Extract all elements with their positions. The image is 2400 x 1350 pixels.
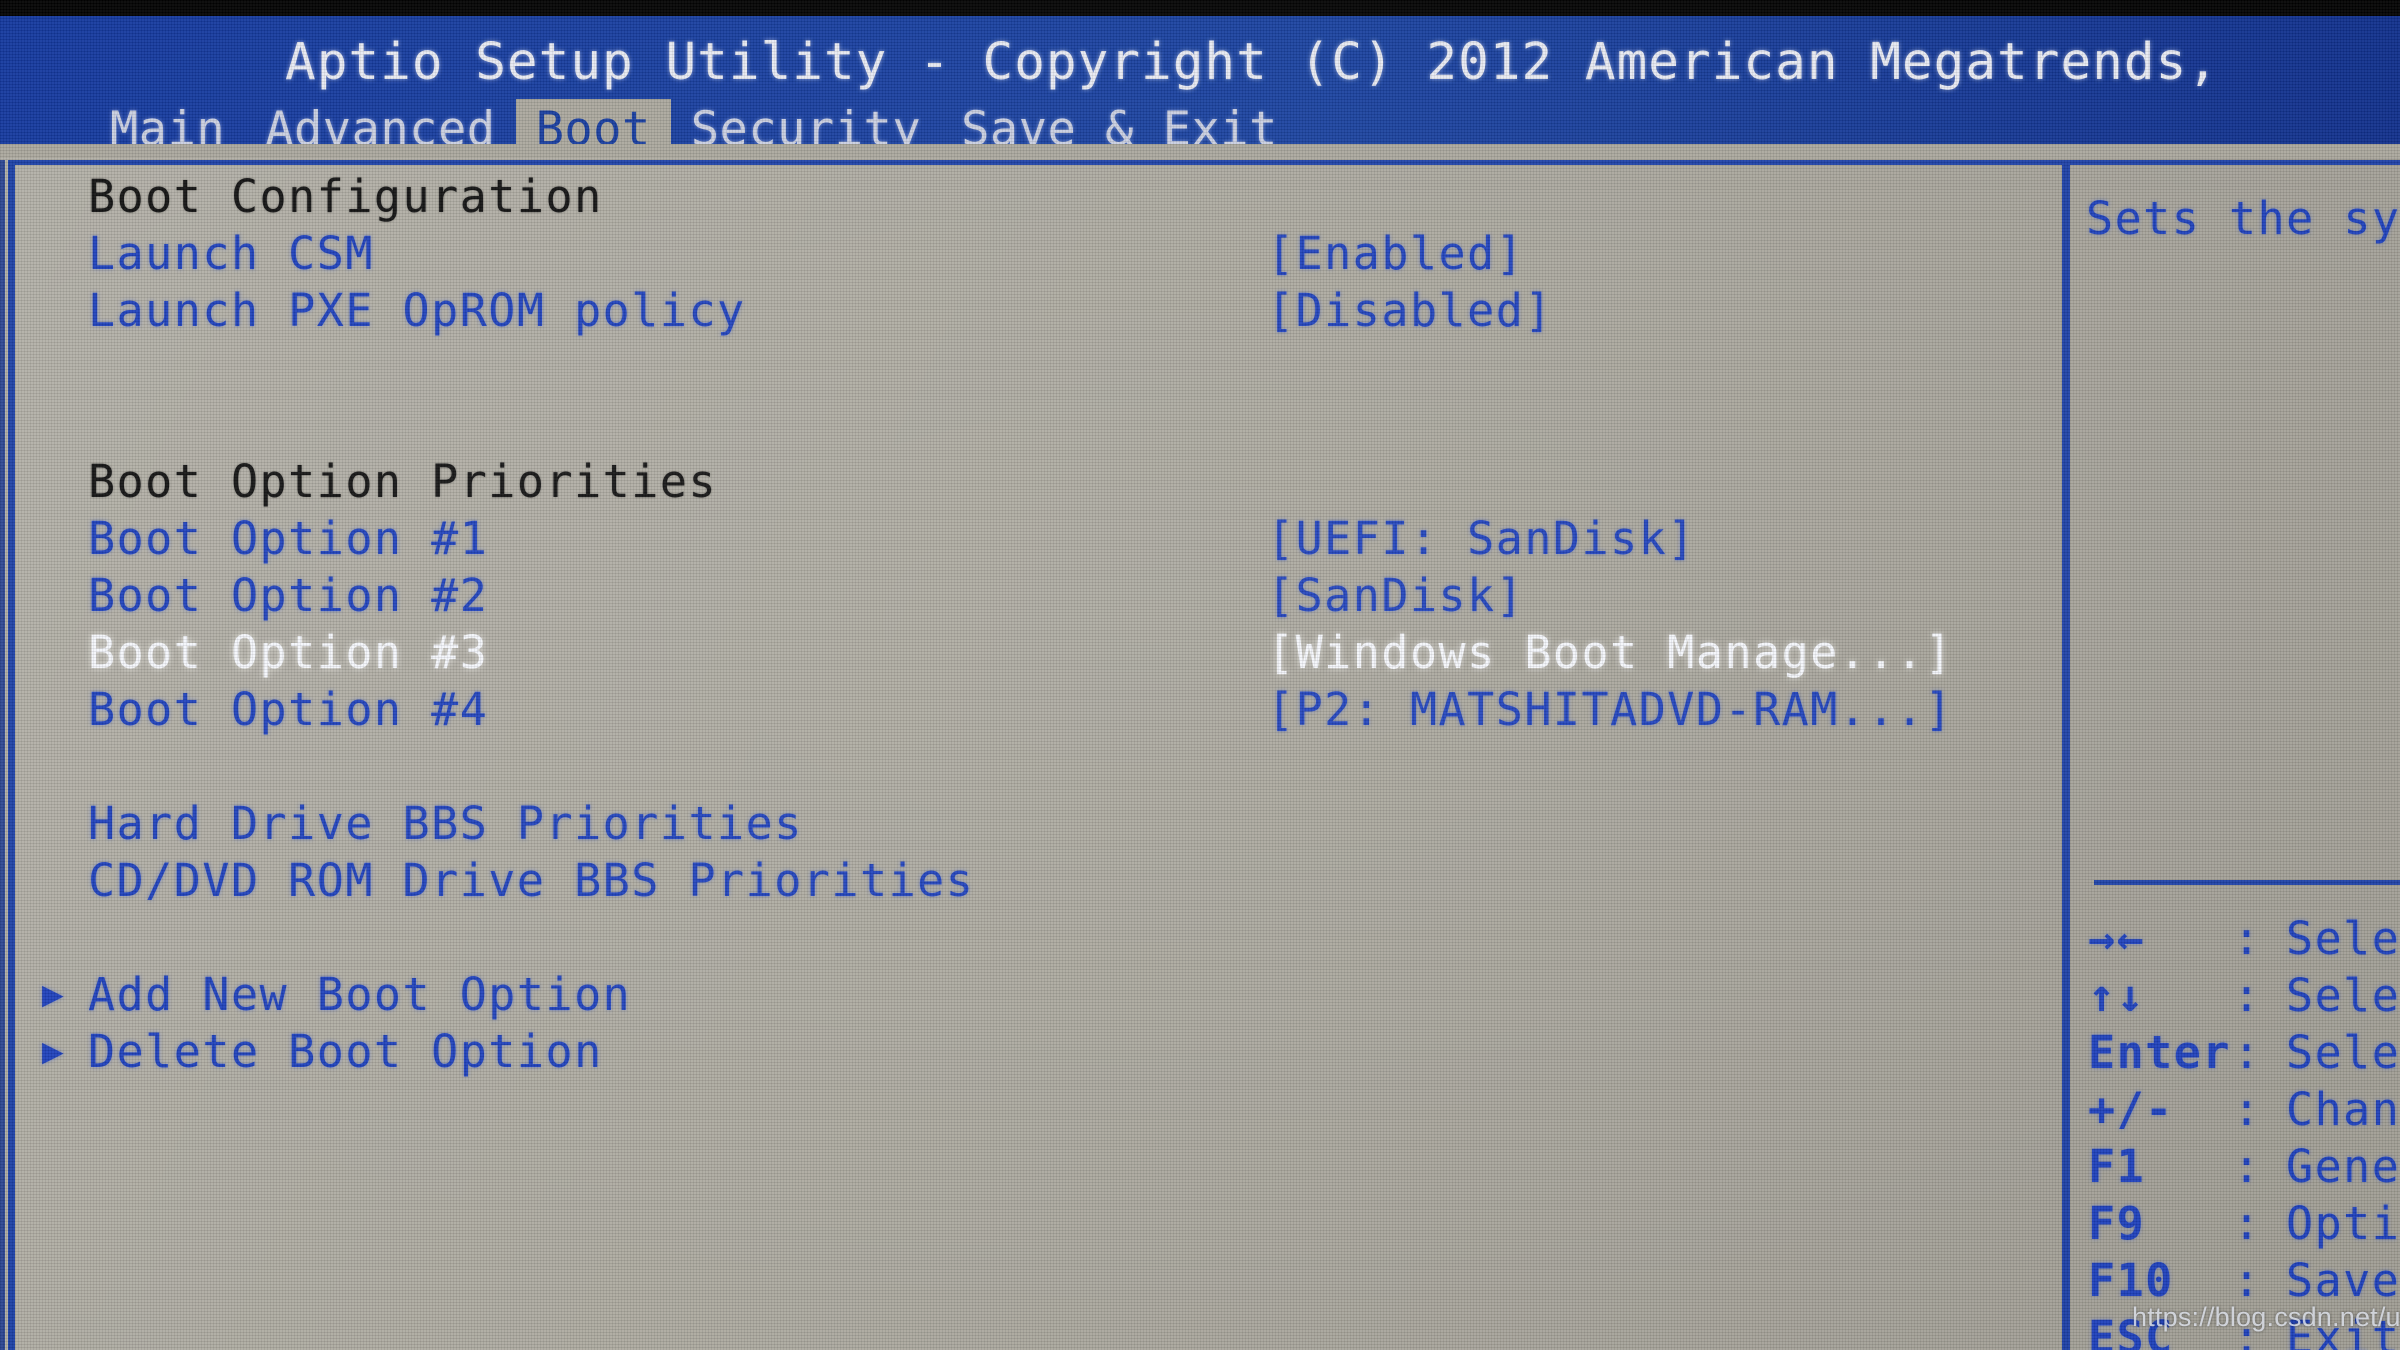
app-title: Aptio Setup Utility - Copyright (C) 2012… xyxy=(0,33,2400,92)
setting-value[interactable]: [Enabled] xyxy=(1267,225,1524,282)
panel-divider-rule xyxy=(2062,163,2070,1350)
key-name: Enter xyxy=(2088,1026,2231,1079)
setting-label: Hard Drive BBS Priorities xyxy=(88,797,803,850)
setting-label: Add New Boot Option xyxy=(88,968,632,1021)
key-separator: : xyxy=(2233,969,2262,1022)
key-separator: : xyxy=(2233,1140,2262,1193)
watermark: https://blog.csdn.net/u010879745 xyxy=(2132,1302,2400,1332)
boot-settings-list: Boot Configuration Launch CSM [Enabled] Lau… xyxy=(22,168,2058,1346)
setting-row[interactable]: Boot Option #2 [SanDisk] xyxy=(22,567,2058,624)
key-name: F1 xyxy=(2088,1140,2146,1193)
key-description: Opti xyxy=(2286,1197,2400,1250)
help-description: Sets the sy xyxy=(2086,192,2400,245)
section-heading-row: Boot Configuration xyxy=(22,168,2058,225)
key-separator: : xyxy=(2233,1197,2262,1250)
help-separator-rule xyxy=(2094,880,2400,885)
key-legend-row: F10: Save xyxy=(2086,1252,2400,1309)
key-legend-row: F1: Gene xyxy=(2086,1138,2400,1195)
setting-row[interactable]: Launch PXE OpROM policy [Disabled] xyxy=(22,282,2058,339)
frame-left-rule xyxy=(8,160,15,1350)
setting-row[interactable]: Boot Option #4 [P2: MATSHITADVD-RAM...] xyxy=(22,681,2058,738)
setting-value[interactable]: [SanDisk] xyxy=(1267,567,1524,624)
setting-row[interactable]: Hard Drive BBS Priorities xyxy=(22,795,2058,852)
setting-value[interactable]: [Disabled] xyxy=(1267,282,1553,339)
frame-left-edge-shadow xyxy=(0,160,5,1350)
key-legend-row: F9: Opti xyxy=(2086,1195,2400,1252)
submenu-triangle-icon: ▶ xyxy=(42,974,64,1015)
key-description: Sele xyxy=(2286,912,2400,965)
help-panel: Sets the sy →←: Sele ↑↓: Sele Enter: Sele +/-:… xyxy=(2086,168,2400,1350)
key-legend-row: Enter: Sele xyxy=(2086,1024,2400,1081)
key-separator: : xyxy=(2233,1254,2262,1307)
setting-row[interactable]: ▶ Delete Boot Option xyxy=(22,1023,2058,1080)
setting-label: Launch PXE OpROM policy xyxy=(88,284,746,337)
section-heading-label: Boot Option Priorities xyxy=(88,455,718,508)
key-description: Save xyxy=(2286,1254,2400,1307)
setting-row[interactable]: Boot Option #3 [Windows Boot Manage...] xyxy=(22,624,2058,681)
header-band: Aptio Setup Utility - Copyright (C) 2012… xyxy=(0,16,2400,160)
section-heading-row: Boot Option Priorities xyxy=(22,453,2058,510)
key-legend-row: +/-: Chan xyxy=(2086,1081,2400,1138)
key-name: F9 xyxy=(2088,1197,2146,1250)
key-separator: : xyxy=(2233,1026,2262,1079)
key-separator: : xyxy=(2233,912,2262,965)
setting-value[interactable]: [Windows Boot Manage...] xyxy=(1267,624,1953,681)
setting-row[interactable]: ▶ Add New Boot Option xyxy=(22,966,2058,1023)
setting-label: Boot Option #1 xyxy=(88,512,489,565)
key-name: F10 xyxy=(2088,1254,2174,1307)
key-description: Gene xyxy=(2286,1140,2400,1193)
key-legend-list: →←: Sele ↑↓: Sele Enter: Sele +/-: Chan F1: Gene F… xyxy=(2086,910,2400,1350)
setting-label: Launch CSM xyxy=(88,227,374,280)
setting-label: Boot Option #3 xyxy=(88,626,489,679)
setting-label: Boot Option #2 xyxy=(88,569,489,622)
section-heading-label: Boot Configuration xyxy=(88,170,603,223)
key-legend-row: ↑↓: Sele xyxy=(2086,967,2400,1024)
key-description: Sele xyxy=(2286,969,2400,1022)
key-name: →← xyxy=(2088,912,2146,965)
setting-value[interactable]: [UEFI: SanDisk] xyxy=(1267,510,1696,567)
bios-setup-screen: Aptio Setup Utility - Copyright (C) 2012… xyxy=(0,0,2400,1350)
frame-top-rule xyxy=(8,160,2400,165)
setting-row[interactable]: Boot Option #1 [UEFI: SanDisk] xyxy=(22,510,2058,567)
key-name: ↑↓ xyxy=(2088,969,2146,1022)
setting-row[interactable]: CD/DVD ROM Drive BBS Priorities xyxy=(22,852,2058,909)
submenu-triangle-icon: ▶ xyxy=(42,1031,64,1072)
key-description: Sele xyxy=(2286,1026,2400,1079)
setting-label: Boot Option #4 xyxy=(88,683,489,736)
key-legend-row: →←: Sele xyxy=(2086,910,2400,967)
setting-label: CD/DVD ROM Drive BBS Priorities xyxy=(88,854,975,907)
key-description: Chan xyxy=(2286,1083,2400,1136)
app-title-text: Aptio Setup Utility - Copyright (C) 2012… xyxy=(285,33,2219,92)
setting-label: Delete Boot Option xyxy=(88,1025,603,1078)
key-separator: : xyxy=(2233,1083,2262,1136)
setting-row[interactable]: Launch CSM [Enabled] xyxy=(22,225,2058,282)
setting-value[interactable]: [P2: MATSHITADVD-RAM...] xyxy=(1267,681,1953,738)
key-name: +/- xyxy=(2088,1083,2174,1136)
